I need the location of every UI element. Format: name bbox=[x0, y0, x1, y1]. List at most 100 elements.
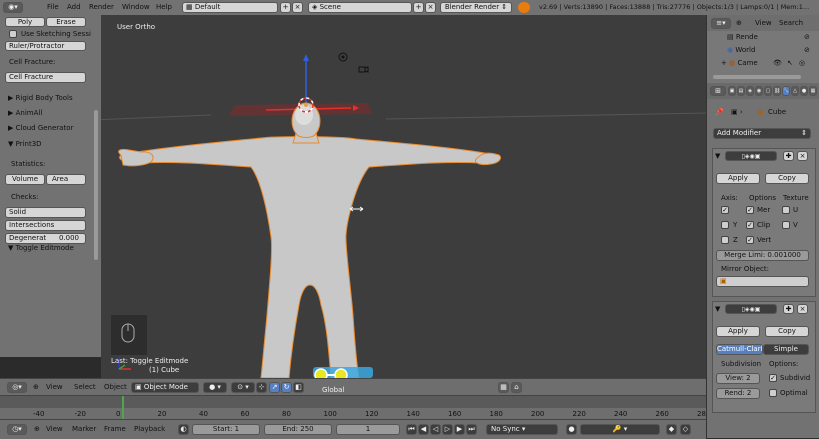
outliner-menu-search[interactable]: Search bbox=[779, 19, 803, 28]
outliner-menu-view[interactable]: View bbox=[755, 19, 772, 28]
pivot-selector[interactable]: ⊙ ▾ bbox=[231, 382, 255, 393]
tab-modifiers[interactable]: 🔧 bbox=[782, 86, 790, 96]
orientation-label[interactable]: Global bbox=[322, 386, 344, 395]
subsurf-collapse-icon[interactable]: ▼ bbox=[715, 305, 720, 314]
rotate-manipulator-button[interactable]: ↻ bbox=[281, 382, 292, 393]
subsurf-move-button[interactable]: ✚ bbox=[783, 304, 794, 314]
tool-shelf-scrollbar[interactable] bbox=[94, 110, 98, 260]
jump-keyframe-forward-button[interactable]: ▶ bbox=[454, 424, 465, 435]
solid-button[interactable]: Solid bbox=[5, 207, 86, 218]
subsurf-apply-button[interactable]: Apply bbox=[716, 326, 760, 337]
section-cloud-generator[interactable]: ▶ Cloud Generator bbox=[8, 124, 73, 133]
layout-selector[interactable]: ▦ Default bbox=[182, 2, 278, 13]
merge-limit-field[interactable]: Merge Limi: 0.001000 bbox=[716, 250, 809, 261]
timeline-menu-marker[interactable]: Marker bbox=[72, 425, 96, 434]
timeline-editor-type-button[interactable]: ◷▾ bbox=[7, 424, 27, 435]
timeline-menu-toggle-icon[interactable]: ⊕ bbox=[34, 425, 40, 434]
outliner-menu-toggle-icon[interactable]: ⊕ bbox=[736, 19, 742, 28]
sync-selector[interactable]: No Sync ▾ bbox=[486, 424, 558, 435]
play-reverse-button[interactable]: ◁ bbox=[430, 424, 441, 435]
tab-data[interactable]: △ bbox=[791, 86, 799, 96]
timeline-menu-playback[interactable]: Playback bbox=[134, 425, 165, 434]
timeline-menu-frame[interactable]: Frame bbox=[104, 425, 126, 434]
clip-checkbox[interactable]: ✓ bbox=[746, 221, 754, 229]
u-checkbox[interactable] bbox=[782, 206, 790, 214]
erase-button[interactable]: Erase bbox=[46, 17, 86, 27]
tab-layers[interactable]: ▤ bbox=[737, 86, 745, 96]
subsurf-modifier-icons[interactable]: ▯◈◉▣ bbox=[725, 304, 777, 314]
layers-button[interactable]: ▦ bbox=[498, 382, 509, 393]
outliner-item-camera[interactable]: + ◍ Came bbox=[721, 59, 758, 68]
section-print3d[interactable]: ▼ Print3D bbox=[8, 140, 42, 149]
jump-end-button[interactable]: ⏭ bbox=[466, 424, 477, 435]
scale-manipulator-button[interactable]: ◧ bbox=[293, 382, 304, 393]
add-modifier-button[interactable]: Add Modifier ⇕ bbox=[713, 128, 811, 139]
simple-button[interactable]: Simple bbox=[763, 344, 809, 355]
menu-object[interactable]: Object bbox=[104, 383, 127, 392]
render-levels-field[interactable]: Rend: 2 bbox=[716, 388, 760, 399]
scene-remove-button[interactable]: × bbox=[425, 2, 436, 13]
outliner-scrollbar[interactable] bbox=[713, 75, 801, 79]
render-visibility-icon[interactable]: ⊘ bbox=[804, 33, 810, 42]
tab-object[interactable]: ▢ bbox=[764, 86, 772, 96]
menu-render[interactable]: Render bbox=[89, 3, 114, 12]
insert-keyframe-button[interactable]: ◆ bbox=[666, 424, 677, 435]
tab-material[interactable]: ● bbox=[800, 86, 808, 96]
end-frame-field[interactable]: End: 250 bbox=[264, 424, 332, 435]
editor-type-button[interactable]: ◉▾ bbox=[3, 2, 23, 13]
section-rigid-body-tools[interactable]: ▶ Rigid Body Tools bbox=[8, 94, 73, 103]
optimal-display-checkbox[interactable] bbox=[769, 389, 777, 397]
toggle-editmode-section[interactable]: ▼ Toggle Editmode bbox=[8, 244, 74, 253]
menu-view[interactable]: View bbox=[46, 383, 63, 392]
3d-viewport[interactable]: User Ortho Last: Toggle Editmode (1) Cub… bbox=[101, 15, 706, 382]
properties-editor-type-button[interactable]: ⊞ bbox=[710, 86, 726, 96]
world-visibility-icon[interactable]: ⊘ bbox=[804, 46, 810, 55]
current-frame-marker[interactable] bbox=[122, 396, 124, 420]
mirror-apply-button[interactable]: Apply bbox=[716, 173, 760, 184]
jump-start-button[interactable]: ⏮ bbox=[406, 424, 417, 435]
viewport-menu-toggle-icon[interactable]: ⊕ bbox=[33, 383, 39, 392]
scene-add-button[interactable]: + bbox=[413, 2, 424, 13]
use-sketching-checkbox[interactable] bbox=[9, 30, 17, 38]
tab-world[interactable]: ◉ bbox=[755, 86, 763, 96]
poly-button[interactable]: Poly bbox=[5, 17, 45, 27]
viewport-editor-type-button[interactable]: ◎▾ bbox=[7, 382, 27, 393]
pin-icon[interactable]: 📌 bbox=[715, 108, 724, 117]
mirror-move-up-button[interactable]: ✚ bbox=[783, 151, 794, 161]
layout-remove-button[interactable]: × bbox=[292, 2, 303, 13]
mirror-collapse-icon[interactable]: ▼ bbox=[715, 152, 720, 161]
menu-help[interactable]: Help bbox=[156, 3, 172, 12]
camera-select-arrow-icon[interactable]: ↖ bbox=[787, 59, 793, 68]
layout-add-button[interactable]: + bbox=[280, 2, 291, 13]
current-frame-field[interactable]: 1 bbox=[336, 424, 400, 435]
tab-texture[interactable]: ▦ bbox=[809, 86, 817, 96]
section-animall[interactable]: ▶ AnimAll bbox=[8, 109, 42, 118]
v-checkbox[interactable] bbox=[782, 221, 790, 229]
subsurf-remove-button[interactable]: × bbox=[797, 304, 808, 314]
mirror-copy-button[interactable]: Copy bbox=[765, 173, 809, 184]
volume-button[interactable]: Volume bbox=[5, 174, 45, 185]
camera-render-icon[interactable]: ◎ bbox=[799, 59, 805, 68]
play-button[interactable]: ▷ bbox=[442, 424, 453, 435]
menu-select[interactable]: Select bbox=[74, 383, 96, 392]
catmull-clark-button[interactable]: Catmull-Clark bbox=[716, 344, 763, 355]
delete-keyframe-button[interactable]: ◇ bbox=[680, 424, 691, 435]
subsurf-copy-button[interactable]: Copy bbox=[765, 326, 809, 337]
tab-render[interactable]: ▣ bbox=[728, 86, 736, 96]
degenerate-field[interactable]: Degenerat 0.000 bbox=[5, 233, 86, 244]
menu-file[interactable]: File bbox=[47, 3, 59, 12]
mirror-modifier-icons[interactable]: ▯◈◉▣ bbox=[725, 151, 777, 161]
keying-set-field[interactable]: 🔑 ▾ bbox=[580, 424, 660, 435]
area-button[interactable]: Area bbox=[46, 174, 86, 185]
menu-window[interactable]: Window bbox=[122, 3, 150, 12]
outliner-editor-type-button[interactable]: ≡▾ bbox=[711, 18, 731, 29]
tab-constraints[interactable]: ⛓ bbox=[773, 86, 781, 96]
axis-z-checkbox[interactable] bbox=[721, 236, 729, 244]
intersections-button[interactable]: Intersections bbox=[5, 220, 86, 231]
scene-selector[interactable]: ◈ Scene bbox=[308, 2, 412, 13]
merge-checkbox[interactable]: ✓ bbox=[746, 206, 754, 214]
manipulator-toggle[interactable]: ⊹ bbox=[256, 382, 267, 393]
mirror-object-field[interactable]: ▣ bbox=[716, 276, 809, 287]
snap-button[interactable]: ⌂ bbox=[511, 382, 522, 393]
axis-y-checkbox[interactable] bbox=[721, 221, 729, 229]
